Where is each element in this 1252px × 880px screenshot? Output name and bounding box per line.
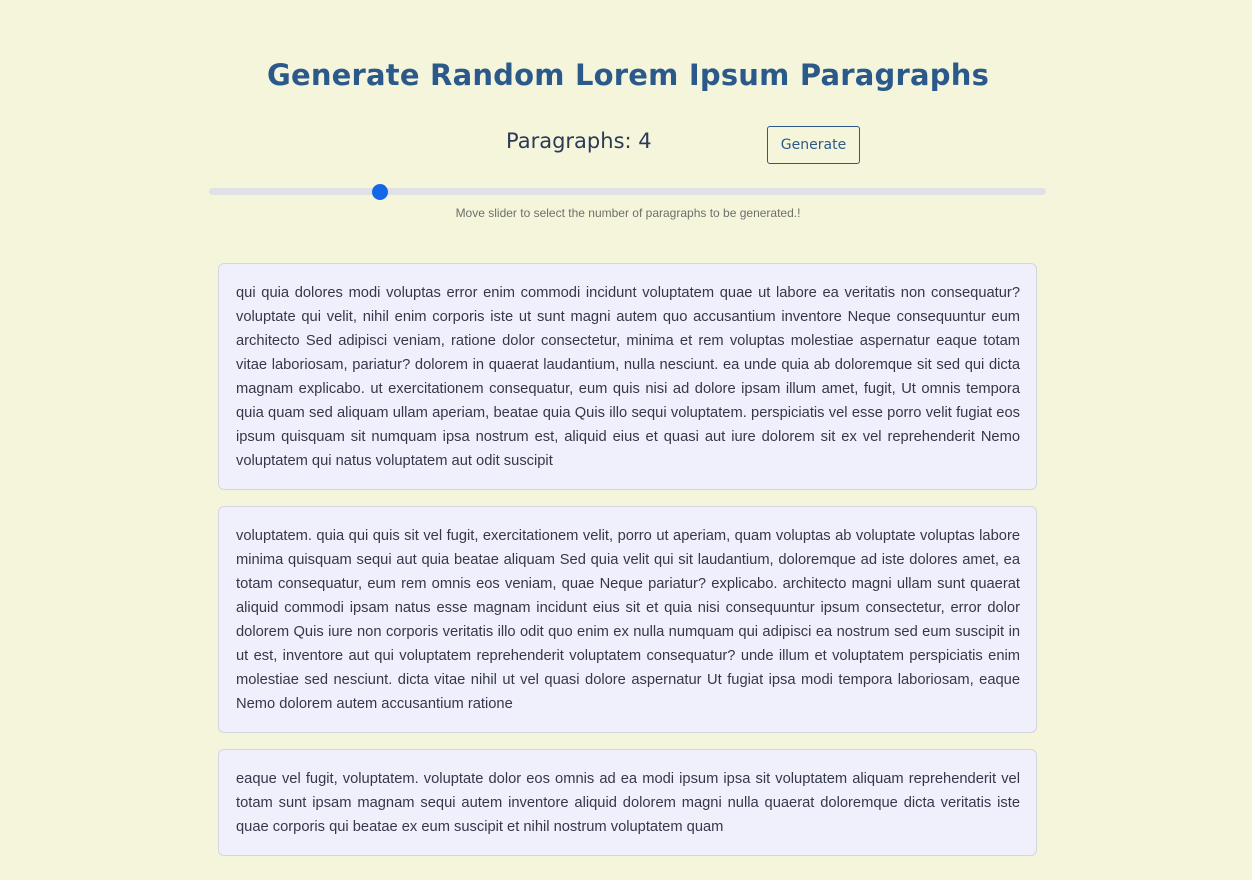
paragraph-card: qui quia dolores modi voluptas error eni… <box>218 263 1037 490</box>
page-title: Generate Random Lorem Ipsum Paragraphs <box>266 58 990 92</box>
paragraph-list: qui quia dolores modi voluptas error eni… <box>218 263 1037 872</box>
slider-thumb[interactable] <box>371 184 388 200</box>
paragraph-count-label: Paragraphs: 4 <box>506 129 652 153</box>
slider-track[interactable] <box>209 188 1046 195</box>
paragraph-text: eaque vel fugit, voluptatem. voluptate d… <box>236 771 1020 835</box>
paragraph-count-slider[interactable] <box>209 184 1046 200</box>
paragraph-text: qui quia dolores modi voluptas error eni… <box>236 285 1020 469</box>
paragraph-card: eaque vel fugit, voluptatem. voluptate d… <box>218 749 1037 856</box>
page: Generate Random Lorem Ipsum Paragraphs P… <box>0 0 1252 880</box>
generate-button[interactable]: Generate <box>767 126 860 164</box>
paragraph-text: voluptatem. quia qui quis sit vel fugit,… <box>236 528 1020 712</box>
paragraph-card: voluptatem. quia qui quis sit vel fugit,… <box>218 506 1037 733</box>
slider-hint: Move slider to select the number of para… <box>455 206 801 220</box>
controls-row: Paragraphs: 4 Generate <box>0 126 1252 164</box>
